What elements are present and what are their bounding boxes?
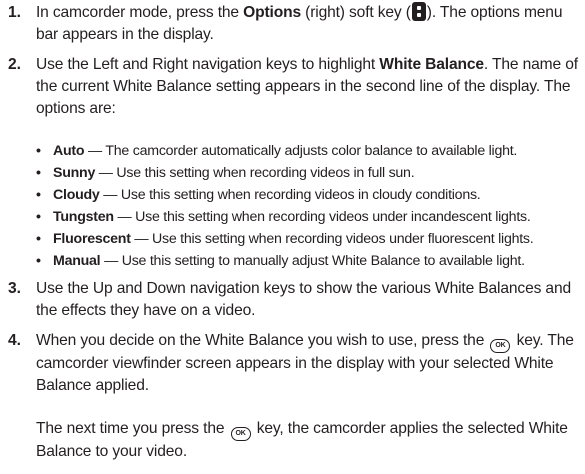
bullet-icon: • <box>36 143 41 159</box>
bullet-icon: • <box>36 187 41 203</box>
option-description: — Use this setting when recording videos… <box>95 165 415 181</box>
step-1: 1. In camcorder mode, press the Options … <box>8 2 581 46</box>
ok-key-icon: OK <box>490 339 511 353</box>
white-balance-label: White Balance <box>379 56 484 73</box>
option-description: — Use this setting to manually adjust Wh… <box>100 253 525 269</box>
step-text: Use the Left and Right navigation keys t… <box>36 56 578 117</box>
options-soft-key-icon <box>411 2 426 21</box>
option-name: Tungsten <box>53 209 114 225</box>
list-item: • Fluorescent — Use this setting when rec… <box>36 228 585 250</box>
option-description: — The camcorder automatically adjusts co… <box>84 143 518 159</box>
bullet-icon: • <box>36 253 41 269</box>
option-name: Fluorescent <box>53 231 131 247</box>
options-key-name: Options <box>243 4 301 21</box>
list-item: • Auto — The camcorder automatically adju… <box>36 140 585 162</box>
white-balance-options-list: • Auto — The camcorder automatically adju… <box>36 140 585 272</box>
step-number: 2. <box>8 56 22 73</box>
step-text: When you decide on the White Balance you… <box>36 332 574 394</box>
bullet-icon: • <box>36 231 41 247</box>
step-number: 4. <box>8 332 22 349</box>
step-number: 3. <box>8 280 22 297</box>
option-description: — Use this setting when recording videos… <box>99 187 481 203</box>
step-text: In camcorder mode, press the Options (ri… <box>36 2 563 43</box>
step-3: 3. Use the Up and Down navigation keys t… <box>8 278 581 322</box>
option-name: Sunny <box>53 165 96 181</box>
list-item: • Cloudy — Use this setting when recordin… <box>36 184 585 206</box>
option-name: Cloudy <box>53 187 100 203</box>
step-text: Use the Up and Down navigation keys to s… <box>36 280 571 319</box>
bullet-icon: • <box>36 165 41 181</box>
manual-page: 1. In camcorder mode, press the Options … <box>0 0 585 474</box>
list-item: • Manual — Use this setting to manually a… <box>36 250 585 272</box>
option-description: — Use this setting when recording videos… <box>130 231 534 247</box>
list-item: • Tungsten — Use this setting when record… <box>36 206 585 228</box>
option-name: Manual <box>53 253 101 269</box>
step-4: 4. When you decide on the White Balance … <box>8 330 581 397</box>
ok-key-icon: OK <box>230 427 251 441</box>
step-number: 1. <box>8 4 22 21</box>
closing-paragraph: The next time you press the OK key, the … <box>36 420 568 460</box>
option-description: — Use this setting when recording videos… <box>113 209 531 225</box>
option-name: Auto <box>53 143 85 159</box>
step-2: 2. Use the Left and Right navigation key… <box>8 54 581 120</box>
list-item: • Sunny — Use this setting when recording… <box>36 162 585 184</box>
bullet-icon: • <box>36 209 41 225</box>
